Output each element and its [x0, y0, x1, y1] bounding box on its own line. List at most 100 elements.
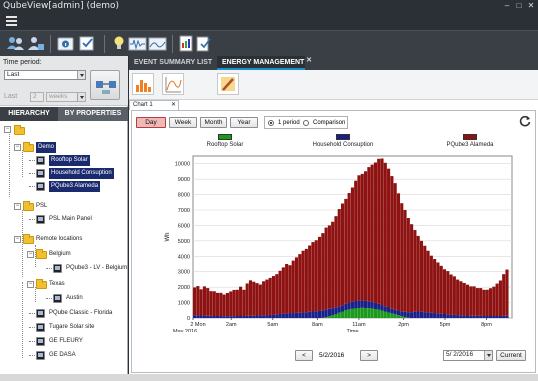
- folder-icon: [36, 279, 47, 289]
- hamburger-menu-icon[interactable]: [6, 16, 17, 26]
- trend-icon[interactable]: [148, 35, 167, 52]
- close-icon[interactable]: ✕: [526, 1, 536, 11]
- tree-expander[interactable]: −: [14, 144, 21, 151]
- bar-segment: [370, 301, 374, 309]
- prev-button[interactable]: <: [295, 350, 313, 361]
- bar-segment: [344, 310, 348, 318]
- next-button[interactable]: >: [360, 350, 378, 361]
- tree-expander[interactable]: −: [14, 203, 21, 210]
- close-tab-icon[interactable]: ✕: [306, 54, 312, 67]
- bar-segment: [252, 281, 256, 316]
- current-button[interactable]: Current: [496, 350, 526, 361]
- bar-segment: [232, 316, 236, 318]
- tree-connector: [22, 282, 23, 358]
- bar-segment: [324, 227, 328, 310]
- tab-energy-management[interactable]: ENERGY MANAGEMENT ✕: [217, 56, 312, 70]
- tree-item[interactable]: PQube3 - LV - Belgium: [66, 263, 127, 274]
- user-settings-icon[interactable]: [26, 35, 45, 52]
- bar-segment: [485, 289, 489, 316]
- curve-chart-icon[interactable]: [162, 73, 184, 95]
- lightbulb-icon[interactable]: [110, 35, 129, 52]
- tree-expander[interactable]: −: [4, 126, 11, 133]
- bar-segment: [317, 310, 322, 318]
- export-icon[interactable]: [195, 35, 214, 52]
- comparison-radio[interactable]: [303, 120, 309, 126]
- tree-item[interactable]: Rooftop Solar: [49, 155, 90, 166]
- bar-segment: [393, 183, 397, 310]
- tab-by-properties[interactable]: BY PROPERTIES: [58, 107, 128, 121]
- tree-connector: [22, 210, 23, 277]
- bar-segment: [337, 209, 341, 307]
- tree-item[interactable]: PSL: [36, 201, 47, 212]
- tree-item[interactable]: Belgium: [49, 249, 71, 260]
- y-tick-label: 10000: [175, 162, 190, 168]
- tree-item[interactable]: Texas: [49, 279, 65, 290]
- bar-segment: [475, 288, 479, 316]
- bar-segment: [426, 250, 430, 313]
- tree-expander[interactable]: −: [27, 251, 34, 258]
- tree-item[interactable]: Demo: [36, 142, 57, 153]
- bar-segment: [393, 314, 397, 318]
- refresh-icon[interactable]: [519, 115, 531, 127]
- bar-segment: [327, 308, 331, 317]
- waveform-icon[interactable]: [128, 35, 147, 52]
- tree-expander[interactable]: −: [14, 236, 21, 243]
- bar-segment: [429, 255, 433, 313]
- x-axis-label: Time: [346, 329, 358, 332]
- bar-segment: [347, 309, 351, 318]
- tree-item[interactable]: PQube3 Alameda: [49, 181, 101, 192]
- bar-segment: [212, 315, 216, 318]
- toolbar: [0, 30, 538, 56]
- users-icon[interactable]: [6, 35, 25, 52]
- tree-item[interactable]: Austin: [66, 293, 83, 304]
- edit-chart-icon[interactable]: [217, 73, 239, 95]
- horizontal-scrollbar[interactable]: [0, 374, 538, 381]
- bar-segment: [245, 315, 249, 318]
- tree-item[interactable]: Tugare Solar site: [49, 322, 94, 333]
- tree-item[interactable]: Household Consuption: [49, 168, 114, 179]
- period-select-value: Last: [7, 71, 20, 78]
- tree-connector: [46, 268, 52, 269]
- tree-expander[interactable]: −: [27, 281, 34, 288]
- y-axis-label: Wh: [165, 233, 171, 242]
- last-unit-select[interactable]: weeks: [46, 92, 86, 102]
- maximize-icon[interactable]: □: [514, 1, 524, 11]
- bar-segment: [199, 315, 203, 318]
- tab-hierarchy[interactable]: HIERARCHY: [0, 107, 58, 121]
- info-icon[interactable]: [56, 35, 75, 52]
- bar-segment: [410, 312, 414, 318]
- energy-chart: 0100020003000400050006000700080009000100…: [165, 155, 513, 332]
- bar-segment: [239, 286, 243, 316]
- bar-segment: [387, 312, 391, 318]
- period-select[interactable]: Last: [4, 70, 86, 80]
- tab-energy-label: ENERGY MANAGEMENT: [222, 59, 305, 66]
- chart-tab[interactable]: Chart 1 ✕: [129, 100, 179, 110]
- bar-segment: [255, 283, 259, 316]
- year-button[interactable]: Year: [230, 117, 258, 128]
- tree-item[interactable]: GE FLEURY: [49, 336, 83, 347]
- bar-segment: [423, 245, 427, 313]
- month-button[interactable]: Month: [200, 117, 227, 128]
- date-picker[interactable]: 5/ 2/2016: [443, 350, 493, 361]
- tree-item[interactable]: GE DASA: [49, 350, 76, 361]
- close-chart-icon[interactable]: ✕: [171, 101, 176, 110]
- checklist-icon[interactable]: [78, 35, 97, 52]
- tab-event-summary-list[interactable]: EVENT SUMMARY LIST✕: [129, 56, 222, 70]
- tree-connector: [29, 313, 35, 314]
- bar-segment: [314, 311, 318, 318]
- bar-segment: [340, 311, 345, 318]
- minimize-icon[interactable]: –: [502, 1, 512, 11]
- bar-chart-icon[interactable]: [132, 73, 154, 95]
- week-button[interactable]: Week: [169, 117, 197, 128]
- tree-item[interactable]: PSL Main Panel: [49, 214, 92, 225]
- bar-segment: [232, 289, 236, 317]
- one-period-radio[interactable]: [268, 120, 274, 126]
- bar-segment: [357, 300, 361, 308]
- bar-segment: [271, 314, 276, 318]
- day-button[interactable]: Day: [136, 117, 166, 128]
- last-count-field[interactable]: 2: [30, 92, 44, 102]
- device-icon: [36, 309, 45, 318]
- apply-period-button[interactable]: [90, 70, 120, 100]
- tree-item[interactable]: Remote locations: [36, 234, 82, 245]
- tree-item[interactable]: PQube Classic - Florida: [49, 308, 112, 319]
